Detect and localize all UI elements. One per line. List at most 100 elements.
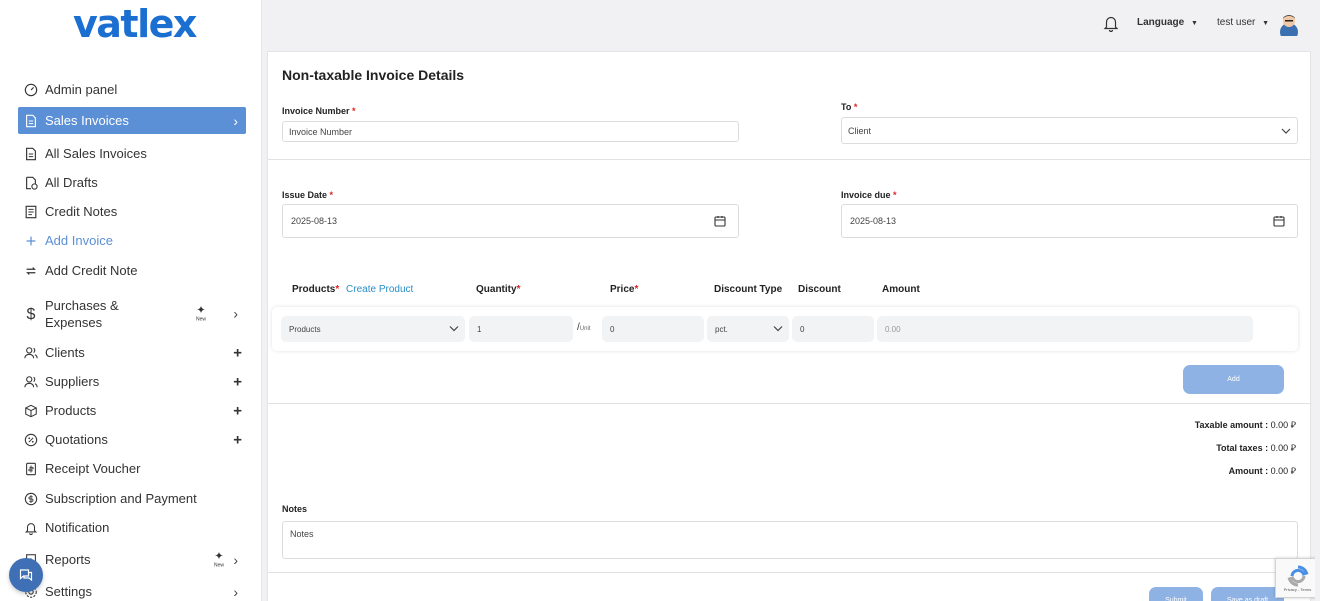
sidebar-item-admin-panel[interactable]: Admin panel <box>18 76 246 103</box>
page-title: Non-taxable Invoice Details <box>282 67 465 83</box>
sidebar-item-label: Notification <box>45 520 110 535</box>
submit-button[interactable]: Submit <box>1149 587 1203 601</box>
amount-header: Amount <box>882 284 920 295</box>
sidebar-item-purchases-expenses[interactable]: $ Purchases & Expenses ✦ New › <box>18 296 246 332</box>
user-menu[interactable]: test user ▼ <box>1217 17 1269 28</box>
sparkle-icon: ✦ <box>214 550 224 562</box>
sidebar-item-credit-notes[interactable]: Credit Notes <box>18 198 246 225</box>
chevron-right-icon: › <box>233 305 238 322</box>
issue-date-input[interactable]: 2025-08-13 <box>282 204 739 238</box>
calendar-icon[interactable] <box>714 215 726 227</box>
client-select[interactable]: Client <box>841 117 1298 144</box>
notifications-bell-icon[interactable] <box>1103 14 1119 32</box>
sidebar-item-add-invoice[interactable]: Add Invoice <box>18 227 246 254</box>
amount-value: 0.00 <box>877 316 1253 342</box>
percent-icon <box>24 433 38 447</box>
sidebar-item-notification[interactable]: Notification <box>18 514 246 541</box>
total-taxes: Total taxes : 0.00 ⃁ <box>1216 443 1296 453</box>
sidebar-item-label: All Drafts <box>45 175 98 190</box>
sidebar-item-quotations[interactable]: Quotations + <box>18 426 246 453</box>
sidebar-item-subscription-payment[interactable]: Subscription and Payment <box>18 485 246 512</box>
notes-textarea[interactable]: Notes <box>282 521 1298 559</box>
receipt-icon <box>24 462 38 476</box>
sidebar-item-label: Purchases & Expenses <box>45 298 119 330</box>
sidebar-item-suppliers[interactable]: Suppliers + <box>18 368 246 395</box>
chevron-down-icon <box>449 325 459 334</box>
price-input[interactable]: 0 <box>602 316 704 342</box>
chevron-right-icon: › <box>233 551 238 568</box>
sidebar-item-label: Clients <box>45 345 85 360</box>
chat-button[interactable] <box>9 558 43 592</box>
dollar-icon: $ <box>26 305 36 323</box>
discount-type-select[interactable]: pct. <box>707 316 789 342</box>
product-row: Products 1 /Unit 0 pct. 0 0.00 <box>272 307 1298 351</box>
sidebar: vatlex Admin panel Sales Invoices › All … <box>0 0 262 601</box>
repeat-icon <box>24 264 38 278</box>
add-product-button[interactable]: Add <box>1183 365 1284 394</box>
discount-type-header: Discount Type <box>714 284 783 295</box>
add-product-icon[interactable]: + <box>233 402 242 419</box>
invoice-due-input[interactable]: 2025-08-13 <box>841 204 1298 238</box>
taxable-amount: Taxable amount : 0.00 ⃁ <box>1194 420 1296 430</box>
divider <box>268 159 1310 160</box>
chevron-right-icon: › <box>233 583 238 600</box>
calendar-icon[interactable] <box>1273 215 1285 227</box>
sidebar-item-reports[interactable]: Reports ✦ New › <box>18 546 246 573</box>
sidebar-item-clients[interactable]: Clients + <box>18 339 246 366</box>
sidebar-item-label: Sales Invoices <box>45 113 129 128</box>
sidebar-item-label: Quotations <box>45 432 108 447</box>
scrollbar[interactable] <box>1315 0 1320 601</box>
unit-label: /Unit <box>577 322 591 333</box>
save-draft-button[interactable]: Save as draft <box>1211 587 1284 601</box>
add-client-icon[interactable]: + <box>233 344 242 361</box>
box-icon <box>24 404 38 418</box>
issue-date-label: Issue Date * <box>282 190 334 200</box>
plus-icon <box>24 234 38 248</box>
sidebar-item-label: All Sales Invoices <box>45 146 147 161</box>
sidebar-item-all-drafts[interactable]: All Drafts <box>18 169 246 196</box>
document-icon <box>24 147 38 161</box>
invoice-number-input[interactable]: Invoice Number <box>282 121 739 142</box>
vatlex-logo[interactable]: vatlex <box>73 2 197 46</box>
document-icon <box>24 114 38 128</box>
sidebar-item-label: Suppliers <box>45 374 100 389</box>
users-icon <box>24 346 38 360</box>
add-quotation-icon[interactable]: + <box>233 431 242 448</box>
create-product-link[interactable]: Create Product <box>346 284 413 295</box>
price-header: Price* <box>610 284 639 295</box>
quantity-input[interactable]: 1 <box>469 316 573 342</box>
quantity-header: Quantity* <box>476 284 521 295</box>
language-dropdown[interactable]: Language ▼ <box>1137 17 1198 28</box>
to-label: To * <box>841 102 858 112</box>
sidebar-item-settings[interactable]: Settings › <box>18 578 246 601</box>
caret-down-icon: ▼ <box>1191 20 1198 27</box>
sidebar-item-label: Credit Notes <box>45 204 118 219</box>
notes-label: Notes <box>282 504 308 514</box>
sidebar-item-sales-invoices[interactable]: Sales Invoices › <box>18 107 246 134</box>
currency-icon: ⃁ <box>1290 443 1296 453</box>
sidebar-item-label: Add Invoice <box>45 233 113 248</box>
sidebar-item-receipt-voucher[interactable]: Receipt Voucher <box>18 455 246 482</box>
discount-input[interactable]: 0 <box>792 316 874 342</box>
new-badge: ✦ New <box>213 550 224 569</box>
draft-icon <box>24 176 38 190</box>
note-icon <box>24 205 38 219</box>
recaptcha-icon <box>1287 564 1308 587</box>
invoice-due-label: Invoice due * <box>841 190 897 200</box>
recaptcha-badge[interactable]: Privacy - Terms <box>1275 558 1320 598</box>
products-header: Products* Create Product <box>292 284 414 295</box>
caret-down-icon: ▼ <box>1262 20 1270 27</box>
currency-icon: ⃁ <box>1290 466 1296 476</box>
gauge-icon <box>24 83 38 97</box>
currency-icon: ⃁ <box>1290 420 1296 430</box>
sidebar-item-add-credit-note[interactable]: Add Credit Note <box>18 257 246 284</box>
discount-header: Discount <box>798 284 841 295</box>
sidebar-item-all-sales-invoices[interactable]: All Sales Invoices <box>18 140 246 167</box>
add-supplier-icon[interactable]: + <box>233 373 242 390</box>
avatar[interactable] <box>1277 10 1301 36</box>
sidebar-item-products[interactable]: Products + <box>18 397 246 424</box>
sidebar-item-label: Subscription and Payment <box>45 491 197 506</box>
chevron-down-icon <box>1281 128 1291 134</box>
users-icon <box>24 375 38 389</box>
product-select[interactable]: Products <box>281 316 465 342</box>
